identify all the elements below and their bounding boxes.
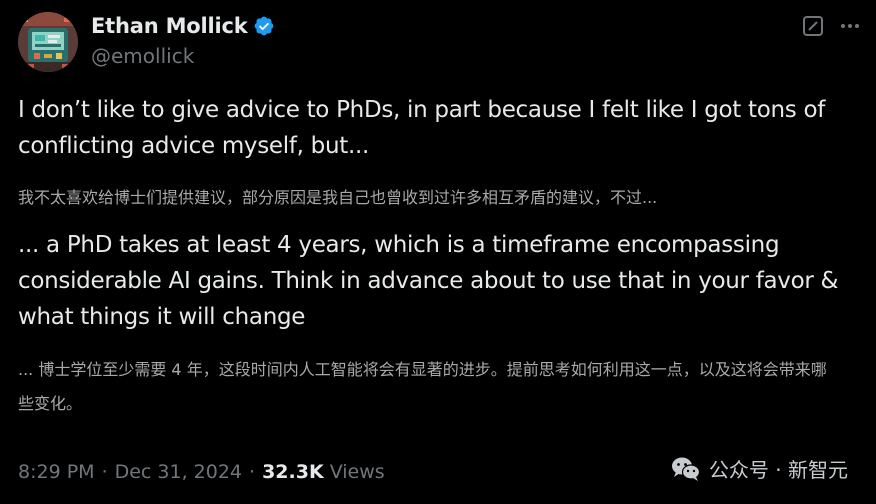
views-count: 32.3K xyxy=(262,461,324,483)
tweet-paragraph-2: ... a PhD takes at least 4 years, which … xyxy=(18,232,839,330)
watermark-text: 公众号 · 新智元 xyxy=(708,458,848,482)
wechat-watermark: 公众号 · 新智元 xyxy=(671,454,848,483)
author-handle[interactable]: @emollick xyxy=(91,44,275,68)
more-icon[interactable] xyxy=(838,14,862,38)
tweet-card: Ethan Mollick @emollick I don’t like to … xyxy=(0,0,876,504)
author-block: Ethan Mollick @emollick xyxy=(91,12,275,68)
tweet-paragraph-1: I don’t like to give advice to PhDs, in … xyxy=(18,97,826,159)
author-display-name[interactable]: Ethan Mollick xyxy=(91,14,248,38)
meta-separator: · xyxy=(101,461,108,483)
pixel-art-avatar-icon xyxy=(18,12,78,72)
grok-icon[interactable] xyxy=(802,15,824,37)
tweet-actions-top xyxy=(802,14,862,38)
wechat-icon xyxy=(671,457,701,481)
author-avatar[interactable] xyxy=(18,12,78,72)
verified-badge-icon xyxy=(254,16,273,36)
tweet-translation-1: 我不太喜欢给博士们提供建议，部分原因是我自己也曾收到过许多相互矛盾的建议，不过.… xyxy=(18,188,658,207)
meta-separator: · xyxy=(249,461,256,483)
tweet-time[interactable]: 8:29 PM xyxy=(18,461,95,483)
tweet-date[interactable]: Dec 31, 2024 xyxy=(115,461,242,483)
tweet-translation-2: ... 博士学位至少需要 4 年，这段时间内人工智能将会有显著的进步。提前思考如… xyxy=(18,360,827,413)
views-label: Views xyxy=(329,461,385,483)
tweet-meta: 8:29 PM · Dec 31, 2024 · 32.3K Views xyxy=(18,461,385,483)
